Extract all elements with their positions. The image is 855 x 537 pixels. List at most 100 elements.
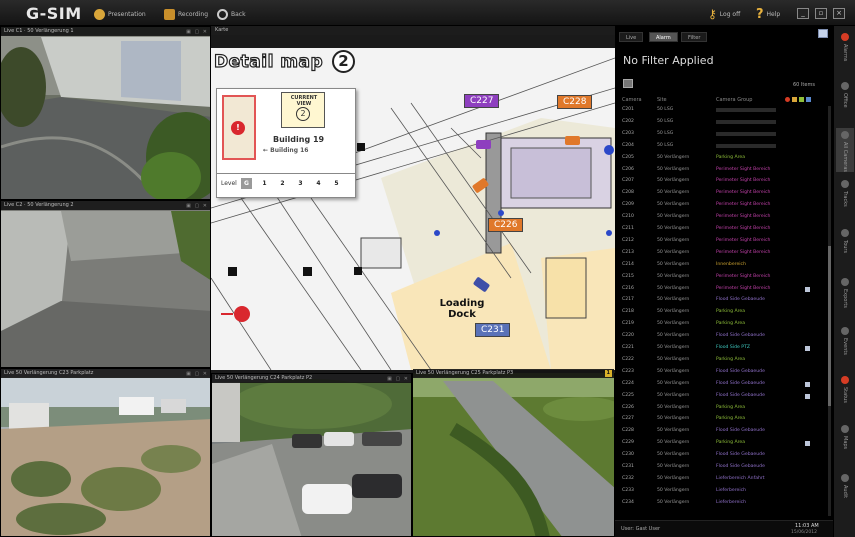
table-row[interactable]: C221 50 Verlängern Flood Side PTZ — [615, 344, 833, 352]
row-group: Parking Area — [716, 440, 746, 446]
table-row[interactable]: C234 50 Verlängern Lieferbereich — [615, 499, 833, 507]
table-row[interactable]: C228 50 Verlängern Flood Side Gebaeude — [615, 427, 833, 435]
sidebar-item-events[interactable]: Events — [836, 324, 854, 368]
row-group: Lieferbereich Anfahrt — [716, 475, 765, 481]
toolbar-recording-button[interactable]: Recording — [164, 7, 208, 21]
scrollbar-thumb[interactable] — [828, 246, 831, 406]
sidebar-item-office[interactable]: Office — [836, 79, 854, 123]
table-row[interactable]: C211 50 Verlängern Perimeter Sight Bereich — [615, 225, 833, 233]
table-row[interactable]: C214 50 Verlängern Innenbereich — [615, 261, 833, 269]
help-button[interactable]: ? Help — [756, 7, 780, 22]
sidebar-item-alarms[interactable]: Alarms — [836, 30, 854, 74]
sidebar-item-all-cameras[interactable]: All Cameras — [836, 128, 854, 172]
table-row[interactable]: C212 50 Verlängern Perimeter Sight Bereich — [615, 237, 833, 245]
tile-alert-badge: 1 — [604, 370, 612, 377]
table-row[interactable]: C216 50 Verlängern Perimeter Sight Bereich — [615, 285, 833, 293]
table-row[interactable]: C202 50 LSG — [615, 118, 833, 126]
table-row[interactable]: C224 50 Verlängern Flood Side Gebaeude — [615, 380, 833, 388]
table-row[interactable]: C222 50 Verlängern Parking Area — [615, 356, 833, 364]
level-2-button[interactable]: 2 — [277, 178, 288, 189]
camera-tile-parking-2[interactable]: Live 50 Verlängerung C24 Parkplatz P2 ▣ … — [211, 373, 412, 537]
column-header-site[interactable]: Site — [657, 97, 667, 103]
recording-flag-icon[interactable] — [805, 381, 810, 387]
camera-icon[interactable] — [565, 136, 580, 145]
recording-flag-icon[interactable] — [805, 346, 810, 351]
camera-label-c231[interactable]: C231 — [475, 323, 511, 337]
tile-controls[interactable]: ▣ ▢ ✕ — [186, 28, 208, 36]
tile-controls[interactable]: ▣ ▢ ✕ — [186, 202, 208, 210]
row-group: Flood Side Gebaeude — [716, 380, 765, 386]
camera-tile-road-2[interactable]: Live C2 · 50 Verlängerung 2 ▣ ▢ ✕ — [0, 200, 211, 368]
table-row[interactable]: C209 50 Verlängern Perimeter Sight Bereich — [615, 201, 833, 209]
scrollbar[interactable] — [828, 106, 831, 516]
toolbar-back-button[interactable]: Back — [217, 7, 246, 21]
camera-label-c227[interactable]: C227 — [464, 94, 500, 108]
row-site: 50 Verlängern — [657, 285, 690, 291]
recording-flag-icon[interactable] — [805, 286, 810, 292]
table-row[interactable]: C231 50 Verlängern Flood Side Gebaeude — [615, 463, 833, 471]
level-5-button[interactable]: 5 — [331, 178, 342, 189]
tile-controls[interactable]: ▣ ▢ ✕ — [387, 375, 409, 383]
table-row[interactable]: C201 50 LSG — [615, 106, 833, 114]
table-row[interactable]: C215 50 Verlängern Perimeter Sight Bereich — [615, 273, 833, 281]
table-row[interactable]: C218 50 Verlängern Parking Area — [615, 308, 833, 316]
table-row[interactable]: C232 50 Verlängern Lieferbereich Anfahrt — [615, 475, 833, 483]
tab-filter[interactable]: Filter — [681, 32, 708, 42]
logout-button[interactable]: ⚷ Log off — [708, 7, 740, 21]
camera-tile-parking-1[interactable]: Live 50 Verlängerung C23 Parkplatz ▣ ▢ ✕ — [0, 368, 211, 537]
level-4-button[interactable]: 4 — [313, 178, 324, 189]
sidebar-item-exports[interactable]: Exports — [836, 275, 854, 319]
table-row[interactable]: C205 50 Verlängern Parking Area — [615, 154, 833, 162]
column-header-icons[interactable] — [785, 97, 823, 103]
level-g-button[interactable]: G — [241, 178, 252, 189]
table-row[interactable]: C219 50 Verlängern Parking Area — [615, 320, 833, 328]
save-icon[interactable] — [623, 79, 633, 88]
table-row[interactable]: C227 50 Verlängern Parking Area — [615, 415, 833, 423]
row-camera: C211 — [622, 226, 634, 231]
restore-button[interactable]: ▫ — [815, 8, 827, 19]
table-row[interactable]: C220 50 Verlängern Flood Side Gebaeude — [615, 332, 833, 340]
table-row[interactable]: C223 50 Verlängern Flood Side Gebaeude — [615, 368, 833, 376]
recording-flag-icon[interactable] — [805, 441, 810, 447]
table-row[interactable]: C206 50 Verlängern Perimeter Sight Bereich — [615, 166, 833, 174]
tile-controls[interactable]: ▣ ▢ ✕ — [186, 370, 208, 378]
table-row[interactable]: C204 50 LSG — [615, 142, 833, 150]
table-row[interactable]: C226 50 Verlängern Parking Area — [615, 404, 833, 412]
table-row[interactable]: C230 50 Verlängern Flood Side Gebaeude — [615, 451, 833, 459]
level-1-button[interactable]: 1 — [259, 178, 270, 189]
row-group: Flood Side Gebaeude — [716, 333, 765, 339]
floor-map[interactable]: Detail map 2 ! CURRENT VIEW 2 Building 1… — [211, 48, 615, 370]
level-3-button[interactable]: 3 — [295, 178, 306, 189]
recording-flag-icon[interactable] — [805, 393, 810, 399]
alarm-marker-icon[interactable]: ! — [231, 121, 245, 135]
sidebar-item-tracks[interactable]: Tracks — [836, 177, 854, 221]
table-row[interactable]: C207 50 Verlängern Perimeter Sight Bereich — [615, 177, 833, 185]
close-button[interactable]: × — [833, 8, 845, 19]
camera-icon[interactable] — [476, 140, 491, 149]
table-row[interactable]: C213 50 Verlängern Perimeter Sight Bereich — [615, 249, 833, 257]
table-row[interactable]: C203 50 LSG — [615, 130, 833, 138]
camera-tile-lawn[interactable]: Live 50 Verlängerung C25 Parkplatz P3 1 — [412, 368, 615, 537]
minimize-button[interactable]: _ — [797, 8, 809, 19]
camera-label-c226[interactable]: C226 — [488, 218, 524, 232]
toolbar-presentation-button[interactable]: Presentation — [94, 7, 146, 21]
table-row[interactable]: C225 50 Verlängern Flood Side Gebaeude — [615, 392, 833, 400]
status-bar: User: Gast User 11:03 AM 15/06/2012 — [615, 520, 833, 537]
table-row[interactable]: C210 50 Verlängern Perimeter Sight Bereich — [615, 213, 833, 221]
table-row[interactable]: C229 50 Verlängern Parking Area — [615, 439, 833, 447]
table-row[interactable]: C208 50 Verlängern Perimeter Sight Bereich — [615, 189, 833, 197]
sidebar-item-maps[interactable]: Maps — [836, 422, 854, 466]
sidebar-item-tours[interactable]: Tours — [836, 226, 854, 270]
column-header-camera[interactable]: Camera — [622, 97, 642, 103]
camera-tile-road-1[interactable]: Live C1 · 50 Verlängerung 1 ▣ ▢ ✕ — [0, 26, 211, 200]
tab-live[interactable]: Live — [619, 32, 644, 42]
row-site: 50 Verlängern — [657, 452, 690, 458]
filter-icon[interactable] — [818, 29, 828, 38]
table-row[interactable]: C233 50 Verlängern Lieferbereich — [615, 487, 833, 495]
tab-alarm[interactable]: Alarm — [649, 32, 678, 42]
sidebar-item-audit[interactable]: Audit — [836, 471, 854, 515]
table-row[interactable]: C217 50 Verlängern Flood Side Gebaeude — [615, 296, 833, 304]
column-header-group[interactable]: Camera Group — [716, 97, 752, 103]
camera-label-c228[interactable]: C228 — [557, 95, 593, 109]
sidebar-item-status[interactable]: Status — [836, 373, 854, 417]
